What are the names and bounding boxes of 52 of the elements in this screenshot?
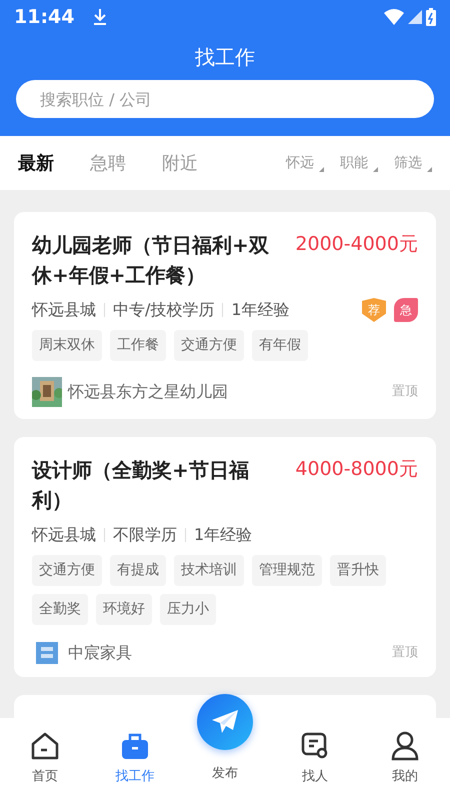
- benefit-tag: 全勤奖: [32, 594, 88, 625]
- benefit-tag: 有提成: [110, 555, 166, 586]
- benefit-tag: 交通方便: [32, 555, 102, 586]
- company-name: 中宸家具: [68, 642, 132, 664]
- benefit-tag: 管理规范: [252, 555, 322, 586]
- tab[interactable]: 最新: [18, 150, 54, 176]
- chat-search-icon: [300, 730, 330, 760]
- job-info: 怀远县城: [32, 299, 96, 321]
- benefit-tag: 有年假: [252, 330, 308, 361]
- download-icon: [92, 8, 108, 26]
- company-name: 怀远县东方之星幼儿园: [68, 381, 228, 403]
- dropdown-triangle-icon: [373, 166, 378, 172]
- salary: 4000-8000元: [295, 457, 418, 482]
- job-info: 中专/技校学历: [113, 299, 214, 321]
- pinned-label: 置顶: [392, 644, 418, 662]
- salary: 2000-4000元: [295, 232, 418, 257]
- job-card[interactable]: 设计师（全勤奖+节日福利） 4000-8000元 怀远县城 不限学历 1年经验 交通方便 有提成 技术培训 管理规范 晋升快 全勤奖 环境好 压力小 中宸家具 置顶: [14, 437, 436, 677]
- company-logo: [36, 642, 58, 664]
- nav-tab[interactable]: 找人: [270, 718, 360, 800]
- benefit-tag: 晋升快: [330, 555, 386, 586]
- job-title: 幼儿园老师（节日福利+双休+年假+工作餐）: [32, 232, 270, 289]
- nav-tab[interactable]: 找工作: [90, 718, 180, 800]
- job-info: 怀远县城: [32, 524, 96, 546]
- job-info: 不限学历: [113, 524, 177, 546]
- dropdown-triangle-icon: [319, 166, 324, 172]
- recommended-badge: 荐: [362, 298, 386, 322]
- clock: 11:44: [14, 4, 74, 30]
- nav-tab[interactable]: 首页: [0, 718, 90, 800]
- pinned-label: 置顶: [392, 383, 418, 402]
- urgent-badge: 急: [394, 298, 418, 322]
- job-card[interactable]: 幼儿园老师（节日福利+双休+年假+工作餐） 2000-4000元 怀远县城 中专/技校学历 1年经验 荐 急 周末双休 工作餐 交通方便 有年假 怀远县东方之星幼儿园 置顶: [14, 212, 436, 419]
- benefit-tag: 技术培训: [174, 555, 244, 586]
- search-field[interactable]: 搜索职位 / 公司: [16, 80, 434, 118]
- dropdown-triangle-icon: [427, 166, 432, 172]
- benefit-tag: 工作餐: [110, 330, 166, 361]
- benefit-tag: 周末双休: [32, 330, 102, 361]
- benefit-tag: 交通方便: [174, 330, 244, 361]
- signal-icon: [408, 10, 422, 24]
- paper-plane-icon: [211, 709, 239, 735]
- wifi-icon: [384, 9, 404, 25]
- job-info: 1年经验: [194, 524, 252, 546]
- job-info: 1年经验: [231, 299, 290, 321]
- nav-tab[interactable]: 发布: [180, 694, 270, 800]
- job-title: 设计师（全勤奖+节日福利）: [32, 457, 250, 514]
- publish-button[interactable]: [197, 694, 253, 750]
- home-icon: [30, 730, 60, 760]
- benefit-tag: 环境好: [96, 594, 152, 625]
- user-icon: [390, 730, 420, 760]
- benefit-tag: 压力小: [160, 594, 216, 625]
- nav-tab[interactable]: 我的: [360, 718, 450, 800]
- battery-icon: [426, 8, 436, 26]
- page-title: 找工作: [194, 44, 256, 71]
